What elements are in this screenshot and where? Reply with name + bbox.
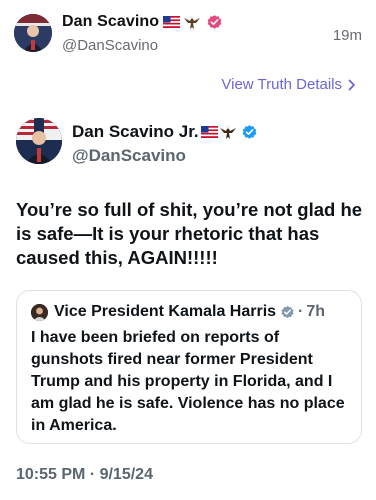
verified-badge-icon (242, 124, 256, 139)
x-avatar-photo (16, 118, 62, 164)
quoted-post-text: I have been briefed on reports of gunsho… (31, 329, 345, 434)
quoted-post-card: Vice President Kamala Harris · 7h I have… (16, 290, 362, 444)
x-author-name: Dan Scavino Jr. (72, 122, 199, 141)
author-name[interactable]: Dan Scavino (62, 13, 159, 31)
x-post-timestamp: 10:55 PM · 9/15/24 (16, 466, 153, 483)
eagle-icon (219, 125, 236, 139)
view-truth-details-link[interactable]: View Truth Details (221, 76, 356, 93)
avatar-photo (14, 14, 52, 52)
separator-dot: · (298, 303, 304, 320)
x-author-handle: @DanScavino (72, 146, 186, 165)
quoted-post-time: 7h (306, 303, 326, 320)
quoted-author-avatar (31, 303, 48, 321)
author-handle[interactable]: @DanScavino (62, 37, 158, 54)
x-post-text: You’re so full of shit, you’re not glad … (16, 199, 363, 268)
gray-verified-badge-icon (281, 305, 294, 318)
eagle-icon (184, 15, 201, 29)
x-author-avatar (16, 118, 62, 164)
us-flag-icon (200, 126, 218, 138)
avatar[interactable] (14, 14, 52, 52)
truth-post-header: Dan Scavino @DanScavino 19m (0, 0, 376, 66)
verified-badge-icon (207, 14, 222, 29)
embedded-x-post: Dan Scavino Jr. @DanScavino You’re so fu… (12, 106, 368, 500)
quoted-avatar-photo (31, 303, 48, 321)
post-time: 19m (332, 27, 362, 44)
us-flag-icon (163, 16, 181, 28)
chevron-right-icon (348, 79, 355, 90)
quoted-author-name: Vice President Kamala Harris (54, 303, 277, 320)
view-truth-details-label: View Truth Details (221, 76, 342, 93)
